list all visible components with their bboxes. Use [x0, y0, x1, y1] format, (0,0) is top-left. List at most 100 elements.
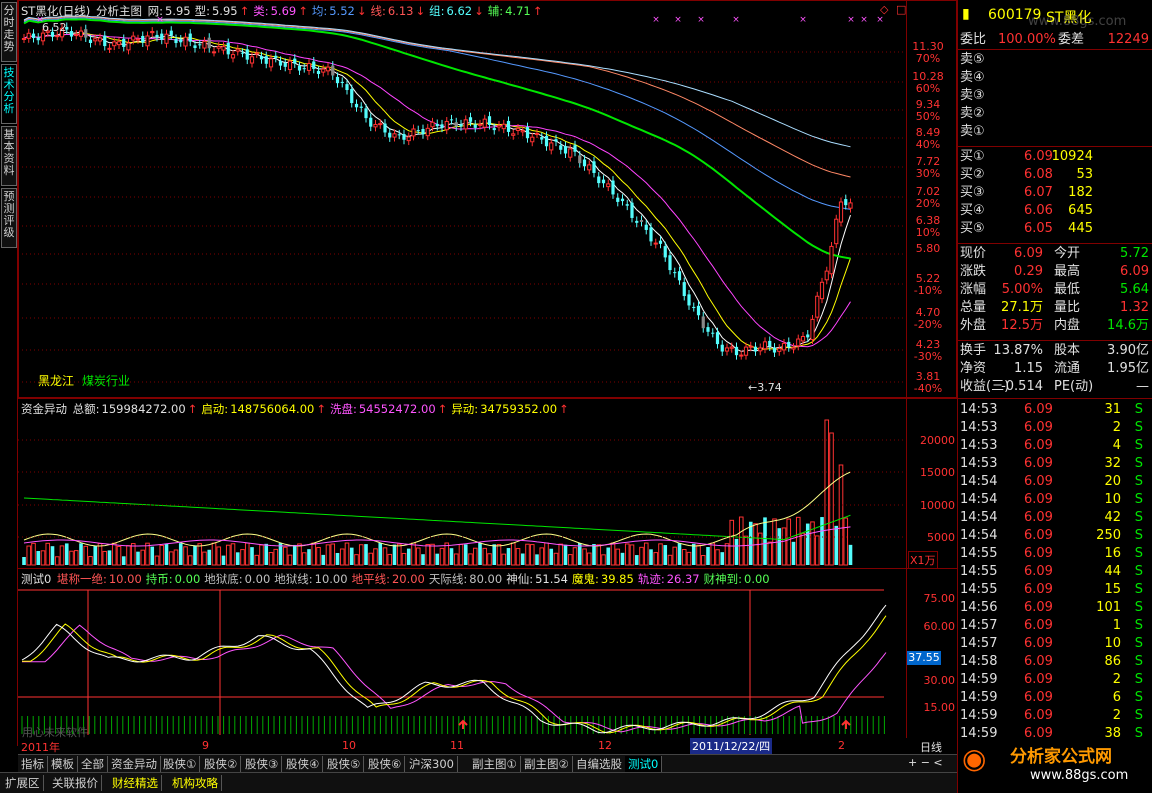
candle-body [587, 164, 592, 171]
fund-bar [724, 543, 730, 566]
fund-bar [624, 543, 630, 566]
fund-bar [829, 432, 834, 566]
fund-bar [539, 547, 545, 566]
fund-bar [529, 544, 535, 566]
indicator-tab[interactable]: 资金异动 [108, 756, 161, 772]
fund-bar [672, 546, 678, 566]
footer-tab[interactable]: 扩展区 [2, 775, 44, 791]
candle-body [601, 179, 606, 184]
candle-body [259, 56, 264, 60]
fund-bar [154, 555, 160, 566]
indicator-tab[interactable]: 股侠⑥ [365, 756, 406, 772]
indicator-tab[interactable]: 股侠⑤ [324, 756, 365, 772]
fund-bar [26, 545, 32, 566]
candle-body [501, 123, 506, 130]
chart-canvas[interactable]: 11.3070%10.2860%9.3450%8.4940%7.7230%7.0… [18, 0, 957, 738]
indicator-tab[interactable]: 股侠④ [283, 756, 324, 772]
main-header-values: 网: 5.95 型: 5.95 ↑ 类: 5.69 ↑ 均: 5.52 ↓ 线: 6.13 ↓ 组: 6.62… [148, 4, 547, 18]
fund-header-values: 总额: 159984272.00 ↑ 启动: 148756064.00 ↑ 洗盘: 54552… [73, 402, 573, 416]
tick-row: 14:55 6.09 15 S [960, 582, 1143, 597]
candle-body [216, 45, 221, 49]
footer-tab[interactable]: 机构攻略 [169, 775, 222, 791]
fund-bar [482, 547, 488, 566]
fund-bar [244, 542, 250, 566]
fund-bar [629, 544, 635, 566]
candle-body [768, 340, 772, 347]
candle-body [283, 62, 287, 67]
indicator-tab[interactable]: 副主图② [521, 756, 573, 772]
candle-body [421, 129, 425, 135]
fund-bar [344, 542, 350, 566]
fund-bar [520, 553, 525, 565]
footer-tab-bar: 扩展区 关联报价 财经精选 机构攻略 [0, 772, 957, 793]
fund-bar [364, 544, 368, 565]
restore-icon[interactable]: ◇ [880, 3, 888, 16]
fund-bar [373, 548, 378, 566]
indicator-tab[interactable]: 副主图① [469, 756, 521, 772]
stock-period-title: ST黑化(日线) [21, 4, 91, 18]
indicator-tab[interactable]: 股侠① [160, 756, 201, 772]
candle-body [388, 132, 392, 138]
candle-body [762, 341, 768, 350]
candlesticks [21, 22, 853, 360]
footer-tab[interactable]: 财经精选 [109, 775, 162, 791]
candle-body [511, 133, 516, 136]
candle-body [131, 35, 136, 41]
test-axis-label: 75.00 [924, 592, 956, 605]
fund-bar [634, 555, 639, 565]
tab-forecast-rating[interactable]: 预测评级 [1, 188, 17, 248]
fund-bar [763, 517, 767, 565]
candle-body [677, 271, 682, 281]
tab-intraday[interactable]: 分时走势 [1, 2, 17, 62]
tick-row: 14:59 6.09 2 S [960, 708, 1143, 723]
candle-body [74, 34, 79, 37]
sector-name: 黑龙江 [38, 374, 75, 388]
fund-bar [116, 545, 122, 566]
candle-body [568, 148, 573, 158]
fund-bar [706, 547, 710, 565]
indicator-tab[interactable]: 自编选股 [573, 756, 626, 772]
buy-signal-icon [841, 719, 851, 729]
candle-body [378, 123, 383, 126]
close-icon[interactable]: □ [896, 3, 906, 16]
fund-bar [273, 548, 279, 566]
fund-bar [525, 543, 530, 566]
fund-bar [207, 549, 212, 565]
indicator-tab[interactable]: 股侠② [201, 756, 242, 772]
indicator-tab[interactable]: 股侠③ [242, 756, 283, 772]
tab-technical-analysis[interactable]: 技术分析 [1, 64, 17, 124]
candle-body [103, 35, 107, 47]
percent-axis-label: 40% [916, 138, 940, 151]
fund-bar [107, 550, 112, 565]
footer-tab[interactable]: 关联报价 [49, 775, 102, 791]
indicator-tab[interactable]: 沪深300 [406, 756, 458, 772]
candle-body [582, 159, 587, 167]
fund-bar [596, 544, 602, 566]
fund-volume-bars [22, 419, 853, 566]
indicator-tab[interactable]: 模板 [48, 756, 78, 772]
ma-line-20 [23, 33, 851, 348]
fund-bar [358, 544, 364, 566]
candle-body [496, 124, 502, 128]
indicator-tab[interactable]: 指标 [18, 756, 48, 772]
buy-signal-icon [458, 719, 468, 729]
zoom-controls[interactable]: + − < [908, 756, 943, 769]
indicator-tab[interactable]: 测试0 [625, 756, 663, 772]
fund-bar [254, 554, 260, 566]
fund-bar [140, 549, 146, 566]
period-selector[interactable]: 日线 [920, 739, 942, 755]
fund-bar [297, 543, 302, 566]
candle-body [620, 198, 625, 202]
fund-bar [264, 543, 269, 565]
indicator-tab[interactable]: 全部 [78, 756, 108, 772]
fund-bar [592, 544, 596, 565]
signal-marker: × [697, 15, 705, 25]
candle-body [706, 327, 710, 332]
candle-body [692, 306, 696, 308]
fund-bar [173, 549, 179, 566]
candle-body [350, 89, 354, 104]
candle-body [772, 347, 777, 353]
candle-body [316, 70, 321, 74]
fund-bar [130, 543, 136, 566]
tab-basic-info[interactable]: 基本资料 [1, 126, 17, 186]
